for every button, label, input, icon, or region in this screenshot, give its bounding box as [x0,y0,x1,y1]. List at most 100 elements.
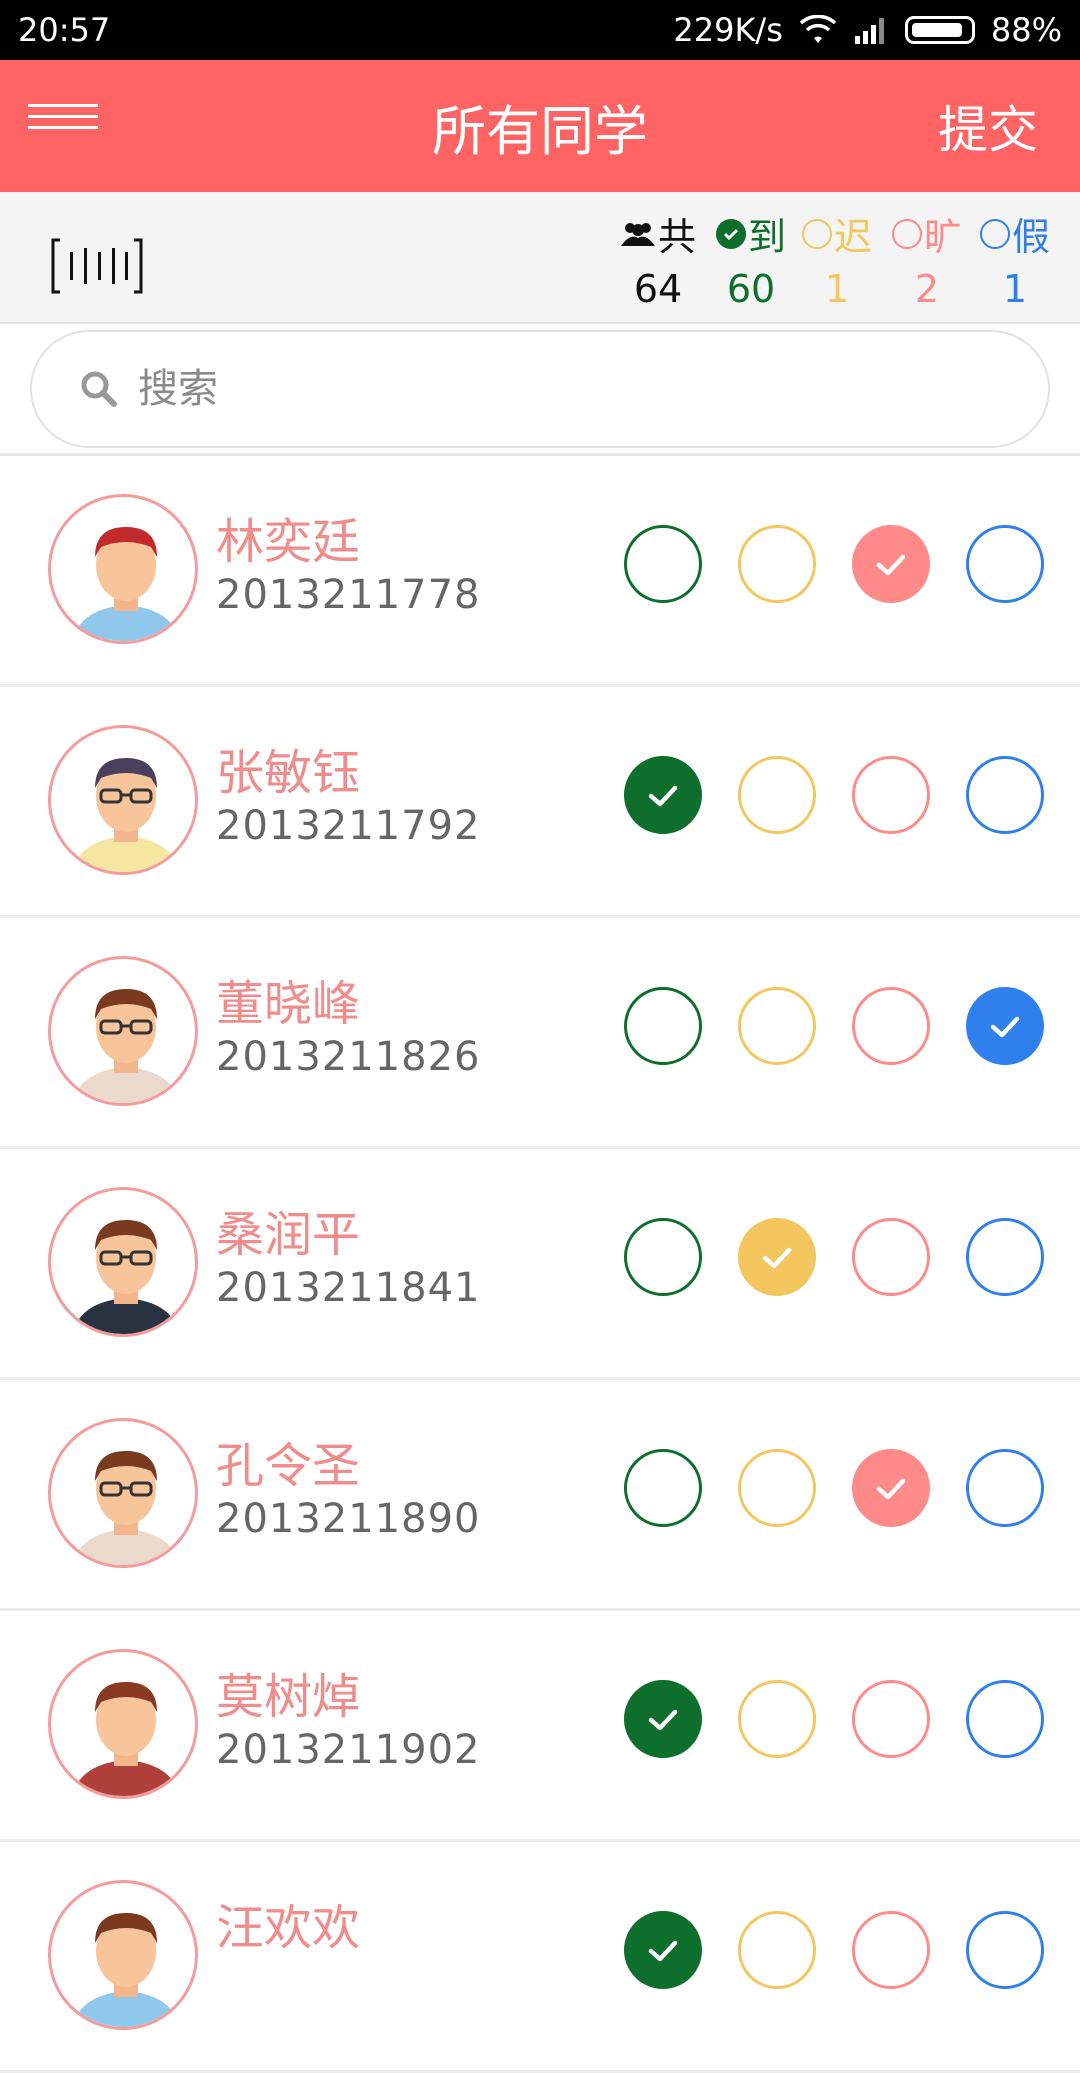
status-option-late[interactable] [738,1911,816,1989]
status-bar: 20:57 229K/s 88% [0,0,1080,60]
status-option-late[interactable] [738,1218,816,1296]
status-option-absent[interactable] [852,1449,930,1527]
network-speed: 229K/s [673,11,783,49]
avatar [48,1880,198,2030]
stat-leave: 假 1 [980,206,1050,311]
student-id: 2013211792 [216,803,481,849]
avatar [48,1418,198,1568]
student-name: 莫树焯 [216,1669,361,1725]
student-row: 桑润平 2013211841 [0,1149,1080,1380]
status-option-leave[interactable] [966,1911,1044,1989]
student-id: 2013211778 [216,572,481,618]
student-id: 2013211826 [216,1034,481,1080]
stat-present-value: 60 [726,267,776,311]
status-option-late[interactable] [738,756,816,834]
leave-circle-icon [980,218,1010,249]
status-time: 20:57 [18,11,111,49]
battery-level: 88% [990,11,1062,49]
status-option-present[interactable] [624,1218,702,1296]
student-name: 董晓峰 [216,976,361,1032]
student-row: 孔令圣 2013211890 [0,1380,1080,1611]
student-row: 汪欢欢 [0,1842,1080,2073]
page-title: 所有同学 [432,99,648,163]
status-option-leave[interactable] [966,525,1044,603]
checkmark-icon [648,785,678,807]
status-option-present[interactable] [624,525,702,603]
avatar [48,1187,198,1337]
status-option-absent[interactable] [852,756,930,834]
attendance-summary: 共 64 到 60 迟 1 旷 2 假 1 [0,192,1080,324]
status-option-absent[interactable] [852,1218,930,1296]
stat-total: 共 64 [620,206,696,311]
search-section [0,324,1080,456]
battery-icon [904,16,975,44]
stat-late: 迟 1 [802,206,872,311]
absent-circle-icon [892,218,922,249]
student-row: 莫树焯 2013211902 [0,1611,1080,1842]
student-id: 2013211841 [216,1265,481,1311]
checkmark-icon [876,1478,906,1500]
check-circle-icon [716,218,746,249]
student-name: 林奕廷 [216,514,361,570]
status-option-late[interactable] [738,525,816,603]
stat-absent: 旷 2 [892,206,962,311]
student-name: 孔令圣 [216,1438,361,1494]
stat-total-value: 64 [633,267,683,311]
student-row: 林奕廷 2013211778 [0,456,1080,687]
status-option-leave[interactable] [966,1218,1044,1296]
search-box[interactable] [30,330,1050,448]
avatar [48,494,198,644]
status-option-present[interactable] [624,756,702,834]
student-row: 董晓峰 2013211826 [0,918,1080,1149]
stat-absent-value: 2 [914,267,940,311]
late-circle-icon [802,218,832,249]
status-option-leave[interactable] [966,1680,1044,1758]
checkmark-icon [762,1247,792,1269]
barcode-scan-icon[interactable] [50,238,144,294]
status-option-late[interactable] [738,1449,816,1527]
stat-present-label: 到 [748,215,787,259]
student-list: 林奕廷 2013211778 张敏钰 2013211792 董晓峰 2013211826 桑… [0,456,1080,2073]
status-option-present[interactable] [624,1680,702,1758]
checkmark-icon [876,554,906,576]
avatar [48,956,198,1106]
status-icons: 229K/s 88% [673,11,1062,49]
status-option-leave[interactable] [966,1449,1044,1527]
student-id: 2013211890 [216,1496,481,1542]
stat-late-value: 1 [824,267,850,311]
stat-leave-value: 1 [1002,267,1028,311]
student-name: 张敏钰 [216,745,361,801]
status-option-present[interactable] [624,1449,702,1527]
status-option-absent[interactable] [852,525,930,603]
status-option-absent[interactable] [852,987,930,1065]
status-option-late[interactable] [738,1680,816,1758]
checkmark-icon [990,1016,1020,1038]
student-row: 张敏钰 2013211792 [0,687,1080,918]
student-name: 桑润平 [216,1207,361,1263]
student-id: 2013211902 [216,1727,481,1773]
group-icon [621,222,655,246]
status-option-late[interactable] [738,987,816,1065]
checkmark-icon [648,1940,678,1962]
wifi-icon [799,15,837,43]
signal-icon [854,18,884,44]
status-option-present[interactable] [624,987,702,1065]
search-input[interactable] [138,366,838,412]
status-option-leave[interactable] [966,756,1044,834]
status-option-absent[interactable] [852,1680,930,1758]
search-icon [81,371,117,407]
status-option-absent[interactable] [852,1911,930,1989]
checkmark-icon [648,1709,678,1731]
stat-late-label: 迟 [834,215,873,259]
stat-present: 到 60 [716,206,786,311]
avatar [48,1649,198,1799]
student-name: 汪欢欢 [216,1900,361,1956]
avatar [48,725,198,875]
stat-absent-label: 旷 [924,215,963,259]
app-header: 所有同学 提交 [0,60,1080,192]
status-option-leave[interactable] [966,987,1044,1065]
stat-leave-label: 假 [1012,215,1051,259]
status-option-present[interactable] [624,1911,702,1989]
submit-button[interactable]: 提交 [938,90,1038,162]
stat-total-label: 共 [658,215,697,259]
